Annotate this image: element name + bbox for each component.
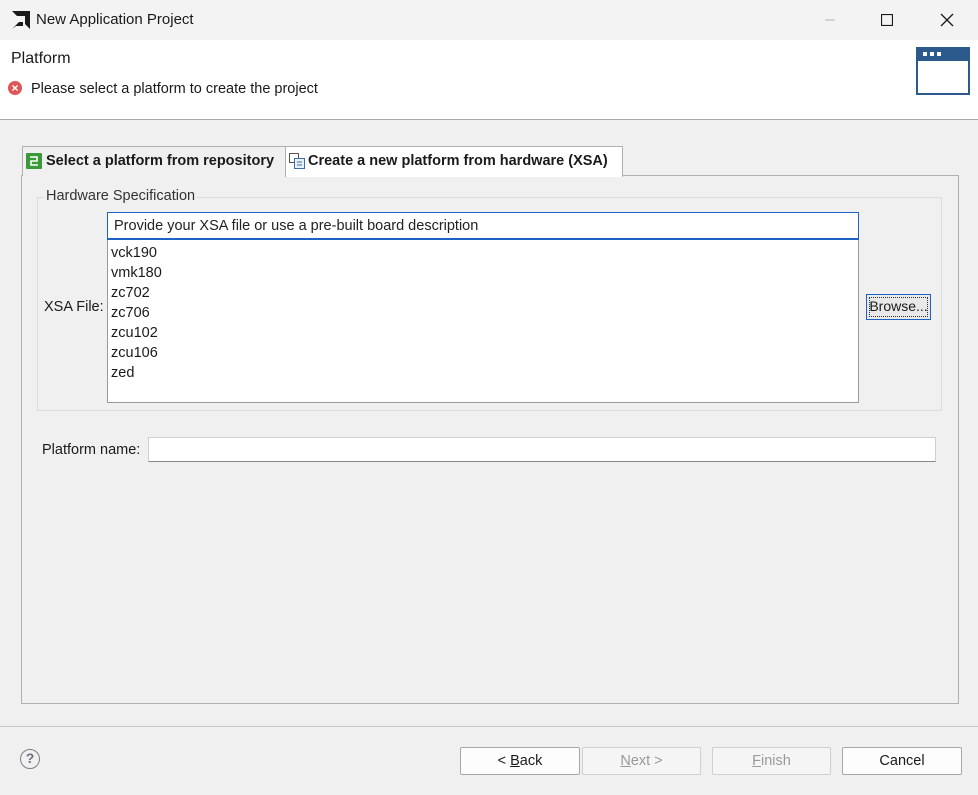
window-graphic-icon	[916, 47, 970, 95]
finish-rest: inish	[761, 753, 791, 769]
next-button[interactable]: Next >	[582, 747, 701, 775]
error-message: Please select a platform to create the p…	[31, 81, 318, 97]
finish-mnemonic: F	[752, 753, 762, 769]
list-item[interactable]: zcu102	[111, 323, 162, 343]
list-item[interactable]: zc702	[111, 283, 162, 303]
tab-select-from-repository[interactable]: Select a platform from repository	[22, 146, 286, 176]
window-title: New Application Project	[36, 11, 194, 28]
list-item[interactable]: zc706	[111, 303, 162, 323]
tab-label: Select a platform from repository	[46, 153, 275, 169]
list-item[interactable]: zcu106	[111, 343, 162, 363]
maximize-icon	[881, 14, 893, 26]
platform-name-label: Platform name:	[42, 442, 141, 458]
list-item[interactable]: vck190	[111, 243, 162, 263]
hardware-icon	[289, 153, 305, 172]
footer-divider	[0, 726, 978, 727]
back-button[interactable]: < Back	[460, 747, 580, 775]
tab-label: Create a new platform from hardware (XSA…	[308, 153, 608, 169]
maximize-button[interactable]	[864, 0, 910, 40]
list-item[interactable]: vmk180	[111, 263, 162, 283]
group-title: Hardware Specification	[44, 188, 198, 204]
list-item[interactable]: zed	[111, 363, 162, 383]
error-icon	[8, 81, 22, 95]
amd-logo-icon	[10, 9, 32, 31]
repository-icon	[26, 153, 42, 172]
back-rest: ack	[519, 753, 543, 769]
finish-button[interactable]: Finish	[712, 747, 831, 775]
close-button[interactable]	[924, 0, 970, 40]
platform-name-input[interactable]	[148, 437, 936, 462]
next-mnemonic: N	[620, 753, 631, 769]
back-prefix: <	[497, 753, 511, 769]
browse-button[interactable]: Browse...	[866, 294, 931, 320]
back-mnemonic: B	[510, 753, 520, 769]
cancel-button[interactable]: Cancel	[842, 747, 962, 775]
page-title: Platform	[11, 50, 71, 67]
xsa-file-combo: vck190 vmk180 zc702 zc706 zcu102 zcu106 …	[107, 212, 859, 403]
board-list: vck190 vmk180 zc702 zc706 zcu102 zcu106 …	[111, 243, 162, 383]
minimize-icon	[825, 19, 835, 21]
close-icon	[940, 13, 954, 27]
help-icon[interactable]: ?	[20, 749, 40, 769]
minimize-button[interactable]	[807, 0, 853, 40]
xsa-file-label: XSA File:	[44, 299, 104, 315]
xsa-file-input[interactable]	[108, 213, 858, 239]
tab-create-from-hardware[interactable]: Create a new platform from hardware (XSA…	[285, 146, 623, 177]
next-rest: ext >	[630, 753, 663, 769]
wizard-header	[0, 40, 978, 120]
